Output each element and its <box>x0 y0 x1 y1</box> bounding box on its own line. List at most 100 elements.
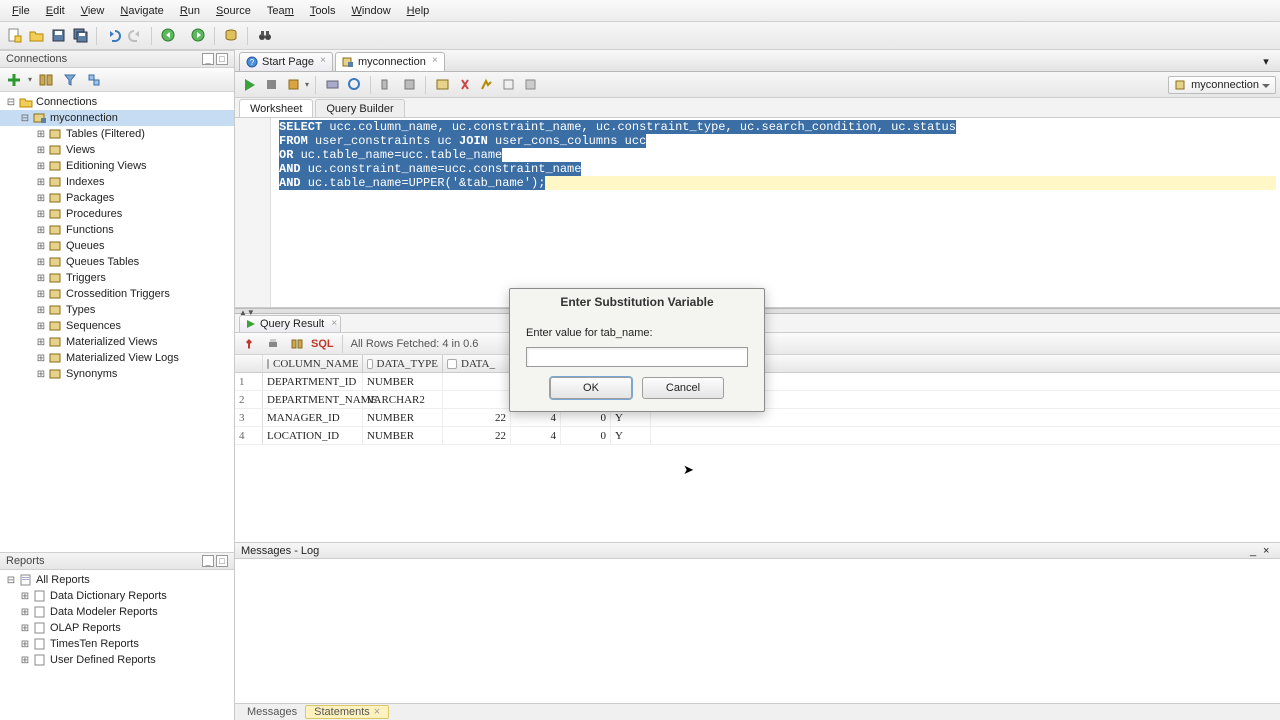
run-icon[interactable] <box>239 75 259 95</box>
close-icon[interactable]: × <box>331 318 337 329</box>
forward-icon[interactable] <box>188 26 208 46</box>
menu-window[interactable]: Window <box>344 3 399 19</box>
format-icon[interactable] <box>476 75 496 95</box>
menu-navigate[interactable]: Navigate <box>112 3 171 19</box>
column-header[interactable]: DATA_ <box>443 355 511 372</box>
tree-root-reports[interactable]: ⊟All Reports <box>0 572 234 588</box>
tab-overflow-icon[interactable]: ▾ <box>1256 51 1276 71</box>
binoculars-icon[interactable] <box>254 26 274 46</box>
tree-node[interactable]: ⊞Triggers <box>0 270 234 286</box>
subtab-worksheet[interactable]: Worksheet <box>239 99 313 117</box>
connections-toolbar: ▾ <box>0 68 234 92</box>
subtab-query-builder[interactable]: Query Builder <box>315 99 404 117</box>
tree-node[interactable]: ⊞Materialized Views <box>0 334 234 350</box>
tree-node[interactable]: ⊞Packages <box>0 190 234 206</box>
panel-minimize-icon[interactable]: _ <box>202 555 214 567</box>
tab-name-input[interactable] <box>526 347 748 367</box>
refresh-icon[interactable] <box>287 334 307 354</box>
tree-node[interactable]: ⊞Views <box>0 142 234 158</box>
tree-node[interactable]: ⊞Queues Tables <box>0 254 234 270</box>
menu-view[interactable]: View <box>73 3 113 19</box>
tree-node[interactable]: ⊞Queues <box>0 238 234 254</box>
to-uppercase-icon[interactable] <box>498 75 518 95</box>
menu-tools[interactable]: Tools <box>302 3 344 19</box>
sort-icon[interactable] <box>447 359 457 369</box>
rollback-icon[interactable] <box>377 75 397 95</box>
tree-node[interactable]: ⊞Editioning Views <box>0 158 234 174</box>
open-icon[interactable] <box>26 26 46 46</box>
tree-node[interactable]: ⊞Types <box>0 302 234 318</box>
panel-maximize-icon[interactable]: □ <box>216 555 228 567</box>
explain-plan-icon[interactable] <box>283 75 303 95</box>
tree-node[interactable]: ⊞Indexes <box>0 174 234 190</box>
menu-help[interactable]: Help <box>399 3 438 19</box>
back-icon[interactable] <box>158 26 178 46</box>
redo-icon[interactable] <box>125 26 145 46</box>
database-icon[interactable] <box>221 26 241 46</box>
snippets-icon[interactable] <box>520 75 540 95</box>
btab-statements[interactable]: Statements× <box>305 705 389 719</box>
sort-icon[interactable] <box>267 359 269 369</box>
tree-node[interactable]: ⊞Synonyms <box>0 366 234 382</box>
tree-node[interactable]: ⊞Tables (Filtered) <box>0 126 234 142</box>
expand-icon[interactable] <box>84 70 104 90</box>
sql-history-icon[interactable] <box>432 75 452 95</box>
reports-tree[interactable]: ⊟All Reports ⊞Data Dictionary Reports⊞Da… <box>0 570 234 720</box>
editor-gutter <box>235 118 271 307</box>
filter-icon[interactable] <box>60 70 80 90</box>
tree-node[interactable]: ⊞Data Modeler Reports <box>0 604 234 620</box>
panel-close-icon[interactable]: × <box>1263 545 1274 556</box>
tree-node[interactable]: ⊞Materialized View Logs <box>0 350 234 366</box>
close-icon[interactable]: × <box>318 56 328 66</box>
ok-button[interactable]: OK <box>550 377 632 399</box>
column-header[interactable]: COLUMN_NAME <box>263 355 363 372</box>
messages-panel-header: Messages - Log _ × <box>235 542 1280 559</box>
tab-myconnection[interactable]: myconnection× <box>335 52 445 71</box>
column-header[interactable]: DATA_TYPE <box>363 355 443 372</box>
tab-start-page[interactable]: ?Start Page× <box>239 52 333 71</box>
messages-body <box>235 559 1280 703</box>
menu-run[interactable]: Run <box>172 3 208 19</box>
connection-selector[interactable]: myconnection <box>1168 76 1276 94</box>
commit-icon[interactable] <box>344 75 364 95</box>
btab-messages[interactable]: Messages <box>239 705 305 719</box>
sql-editor[interactable]: SELECT ucc.column_name, uc.constraint_na… <box>235 118 1280 308</box>
autotrace-icon[interactable] <box>322 75 342 95</box>
print-icon[interactable] <box>263 334 283 354</box>
sort-icon[interactable] <box>367 359 373 369</box>
tree-root-connections[interactable]: ⊟Connections <box>0 94 234 110</box>
menu-file[interactable]: File <box>4 3 38 19</box>
menu-team[interactable]: Team <box>259 3 302 19</box>
tree-connection-myconnection[interactable]: ⊟myconnection <box>0 110 234 126</box>
connections-tree[interactable]: ⊟Connections ⊟myconnection ⊞Tables (Filt… <box>0 92 234 552</box>
run-script-icon[interactable] <box>261 75 281 95</box>
menu-source[interactable]: Source <box>208 3 259 19</box>
sql-label[interactable]: SQL <box>311 338 334 350</box>
clear-icon[interactable] <box>454 75 474 95</box>
tree-node[interactable]: ⊞Crossedition Triggers <box>0 286 234 302</box>
new-connection-icon[interactable] <box>4 70 24 90</box>
tree-node[interactable]: ⊞User Defined Reports <box>0 652 234 668</box>
panel-minimize-icon[interactable]: _ <box>1250 545 1261 556</box>
undo-icon[interactable] <box>103 26 123 46</box>
tab-query-result[interactable]: Query Result × <box>239 315 341 332</box>
tree-node[interactable]: ⊞Procedures <box>0 206 234 222</box>
menu-edit[interactable]: Edit <box>38 3 73 19</box>
cancel-button[interactable]: Cancel <box>642 377 724 399</box>
close-icon[interactable]: × <box>430 56 440 66</box>
tree-node[interactable]: ⊞Functions <box>0 222 234 238</box>
tree-node[interactable]: ⊞Data Dictionary Reports <box>0 588 234 604</box>
save-icon[interactable] <box>48 26 68 46</box>
tree-node[interactable]: ⊞TimesTen Reports <box>0 636 234 652</box>
unshared-icon[interactable] <box>399 75 419 95</box>
save-all-icon[interactable] <box>70 26 90 46</box>
tree-node[interactable]: ⊞OLAP Reports <box>0 620 234 636</box>
refresh-connections-icon[interactable] <box>36 70 56 90</box>
pin-icon[interactable] <box>239 334 259 354</box>
panel-minimize-icon[interactable]: _ <box>202 53 214 65</box>
close-icon[interactable]: × <box>374 706 380 718</box>
new-icon[interactable] <box>4 26 24 46</box>
panel-maximize-icon[interactable]: □ <box>216 53 228 65</box>
table-row[interactable]: 4LOCATION_IDNUMBER2240Y <box>235 427 1280 445</box>
tree-node[interactable]: ⊞Sequences <box>0 318 234 334</box>
